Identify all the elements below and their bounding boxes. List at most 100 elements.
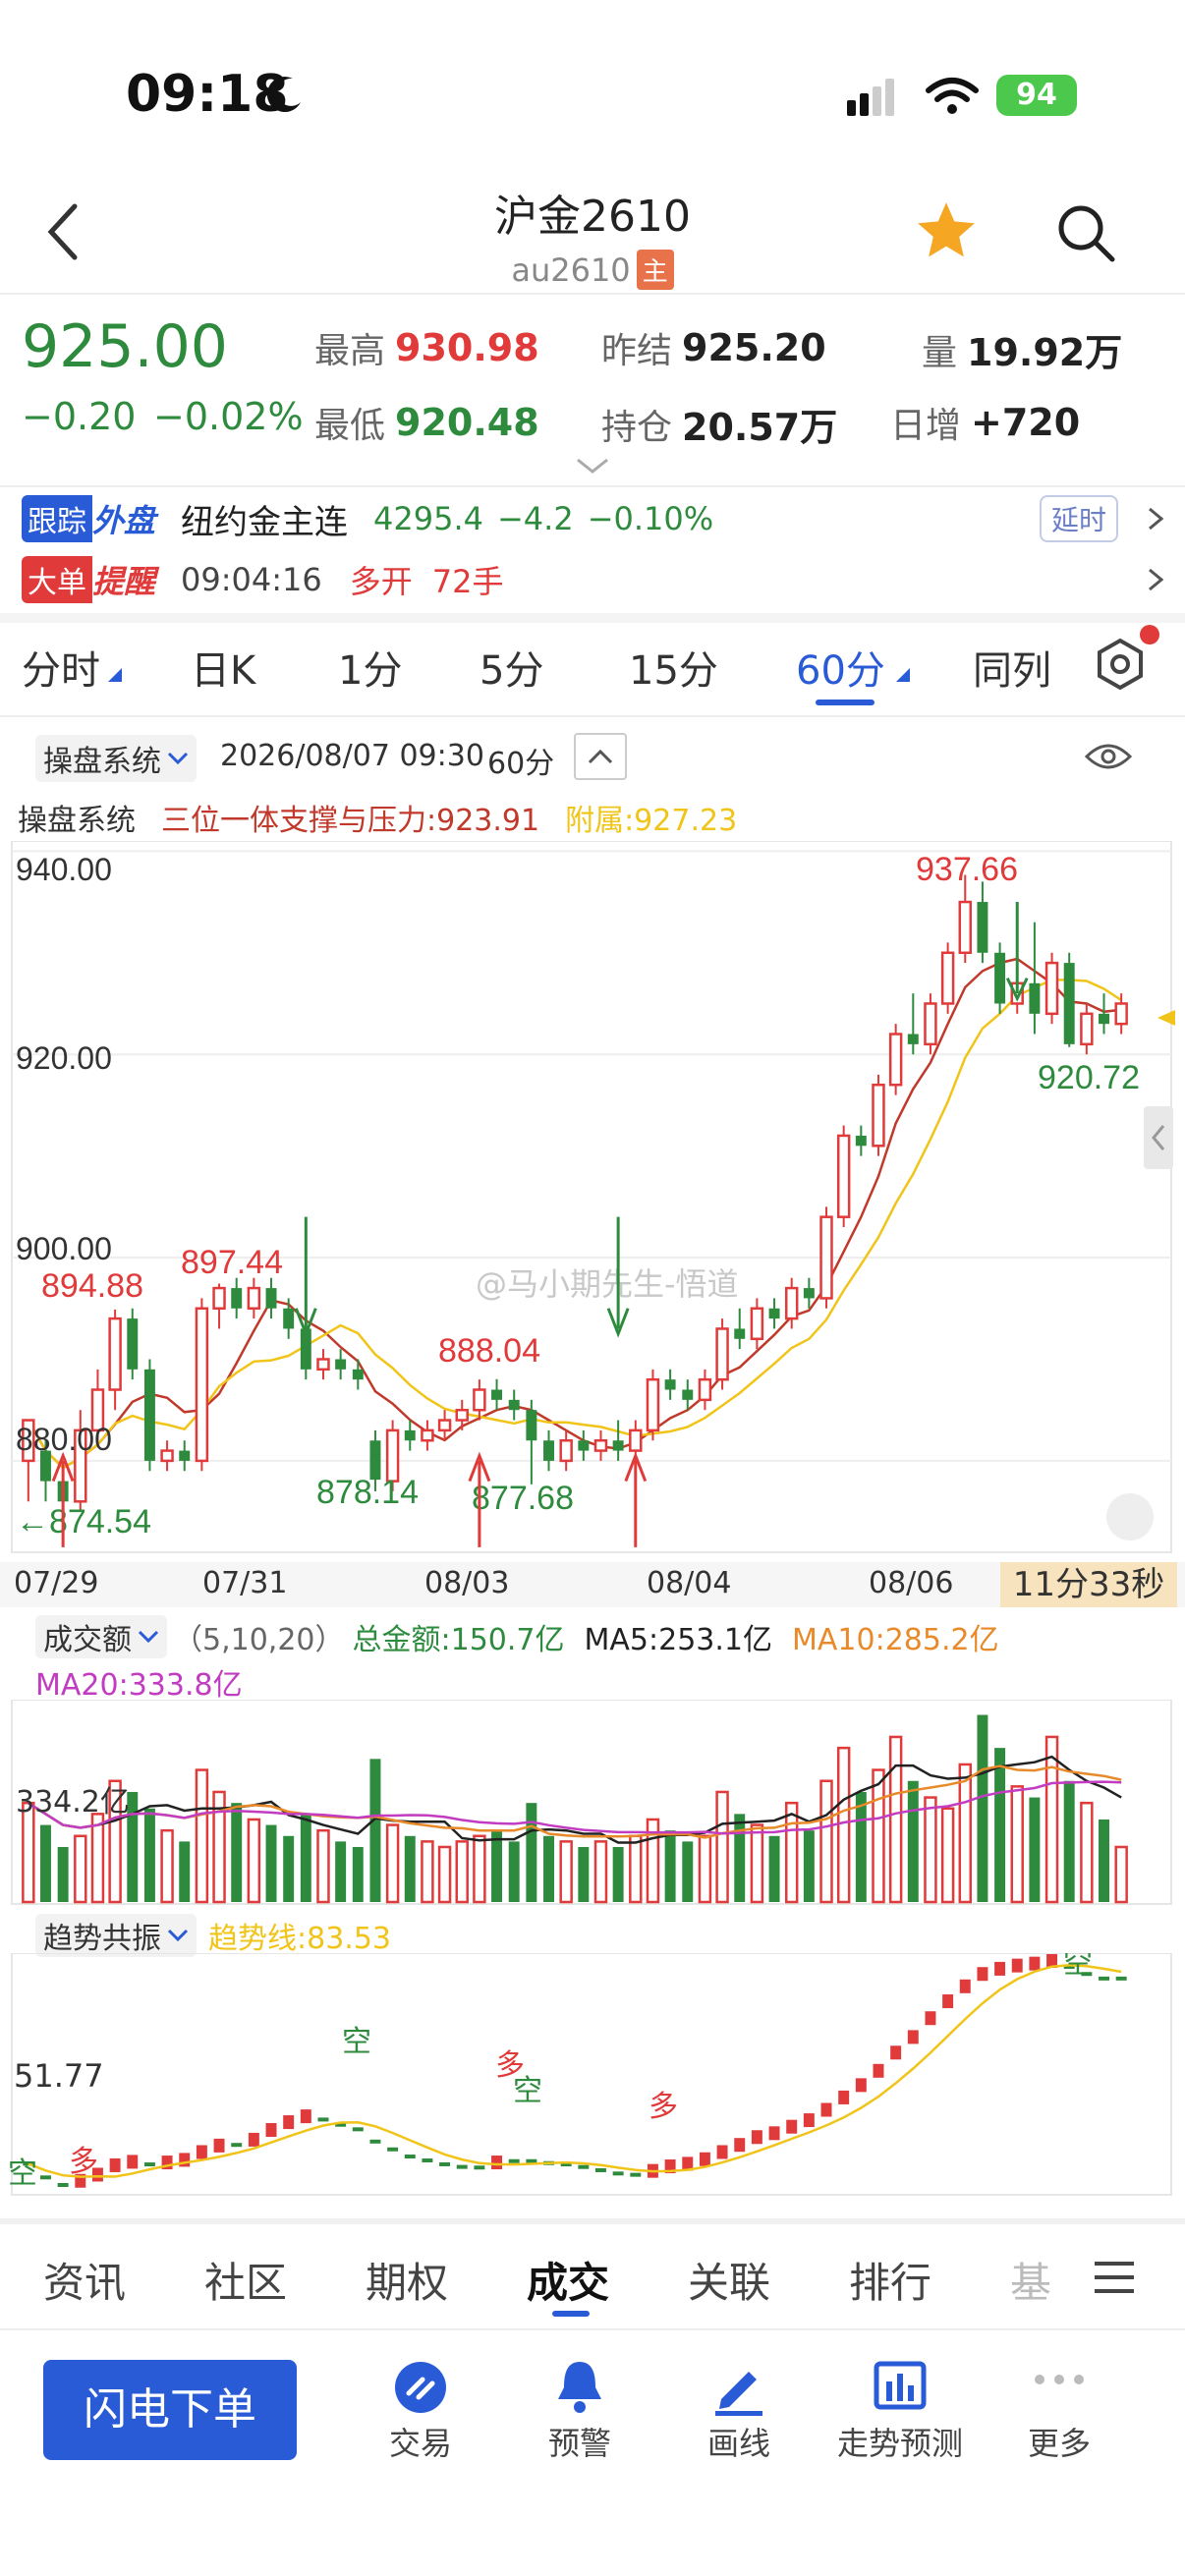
main-contract-tag: 主 xyxy=(636,250,674,290)
volume-bar xyxy=(1099,1819,1109,1902)
eye-icon[interactable] xyxy=(1085,741,1132,772)
candle xyxy=(855,1125,867,1156)
tab-related[interactable]: 关联 xyxy=(688,2250,770,2310)
flash-order-button[interactable]: 闪电下单 xyxy=(43,2360,297,2460)
volume-chart[interactable]: 334.2亿 xyxy=(0,1700,1185,1906)
trend-block xyxy=(977,1967,988,1982)
volume-bar xyxy=(526,1803,537,1902)
candle xyxy=(1114,993,1128,1035)
trend-mark: 空 xyxy=(513,2074,542,2108)
volume-bar xyxy=(768,1835,780,1902)
volume-bar xyxy=(958,1763,972,1904)
volume-bar xyxy=(179,1841,191,1902)
volume-bar xyxy=(1029,1797,1041,1902)
volume-total: 总金额:150.7亿 xyxy=(352,1623,565,1657)
volume-bar xyxy=(491,1830,503,1902)
label-877-68: 877.68 xyxy=(472,1480,574,1517)
volume-ma20: MA20:333.8亿 xyxy=(35,1668,243,1703)
tab-daily-k[interactable]: 日K xyxy=(191,639,255,696)
tab-news[interactable]: 资讯 xyxy=(43,2250,126,2310)
tab-15min[interactable]: 15分 xyxy=(629,639,718,696)
volume-bar xyxy=(143,1808,155,1902)
sell-arrow-icon xyxy=(294,1216,317,1338)
candle xyxy=(750,1298,764,1350)
side-handle[interactable] xyxy=(1144,1106,1173,1169)
trend-chart[interactable]: 51.77 空 多 空 多 空 多 空 xyxy=(0,1953,1185,2199)
volume-bar xyxy=(924,1796,937,1904)
trend-block xyxy=(196,2145,207,2159)
y-tick-900: 900.00 xyxy=(16,1231,112,1266)
daily-increase: 日增 +720 xyxy=(890,401,1081,446)
trend-block xyxy=(127,2155,139,2169)
candle xyxy=(473,1379,486,1421)
volume-bar xyxy=(940,1807,955,1904)
tab-trades[interactable]: 成交 xyxy=(527,2250,609,2310)
trend-block xyxy=(994,1961,1006,1976)
candlestick-chart[interactable]: @马小期先生-悟道 940.00 920.00 900.00 880.00 93… xyxy=(0,841,1185,1558)
trend-mark: 多 xyxy=(69,2145,98,2179)
contract-code-text: au2610 xyxy=(511,251,631,289)
favorite-star-icon[interactable] xyxy=(914,198,979,263)
volume-selector[interactable]: 成交额 xyxy=(35,1615,167,1658)
foreign-track-row[interactable]: 跟踪 外盘 纽约金主连 4295.4 −4.2 −0.10% 延时 xyxy=(22,493,1165,544)
volume-bar xyxy=(593,1840,608,1904)
volume-bar xyxy=(888,1735,903,1904)
trend-mark: 空 xyxy=(8,2156,37,2191)
page-title: 沪金2610 xyxy=(494,192,691,242)
trend-axis-label: 51.77 xyxy=(14,2057,104,2095)
tab-60min[interactable]: 60分 xyxy=(796,639,885,696)
chevron-down-icon xyxy=(138,1630,159,1644)
chart-period: 60分 xyxy=(487,747,555,781)
volume-bar xyxy=(57,1846,69,1902)
label-897-44: 897.44 xyxy=(181,1244,283,1281)
tab-ranking[interactable]: 排行 xyxy=(849,2250,931,2310)
track-tag: 跟踪 xyxy=(22,495,92,542)
volume-bar xyxy=(316,1828,330,1904)
indicator-attach: 附属:927.23 xyxy=(565,804,738,838)
trend-block xyxy=(265,2122,277,2137)
candle xyxy=(1063,952,1075,1047)
price-marker-icon xyxy=(1157,1010,1175,1026)
search-icon[interactable] xyxy=(1053,200,1118,265)
candle xyxy=(1044,952,1059,1025)
candle xyxy=(715,1318,729,1390)
trend-block xyxy=(179,2153,191,2167)
collapse-button[interactable] xyxy=(574,733,627,780)
trend-block xyxy=(716,2145,728,2159)
alert-action: 多开 xyxy=(349,563,413,600)
x-tick: 08/04 xyxy=(647,1566,732,1600)
tab-options[interactable]: 期权 xyxy=(366,2250,448,2310)
expand-chevron-icon[interactable] xyxy=(576,458,609,476)
tab-more-partial[interactable]: 基 xyxy=(1010,2250,1051,2310)
volume-params: （5,10,20） xyxy=(173,1623,345,1657)
fullscreen-icon[interactable] xyxy=(1106,1493,1154,1540)
tab-5min[interactable]: 5分 xyxy=(480,639,543,696)
price-change: −0.20 xyxy=(22,395,137,438)
volume-bar xyxy=(819,1779,833,1904)
volume-axis-label: 334.2亿 xyxy=(16,1785,130,1820)
tab-1min[interactable]: 1分 xyxy=(338,639,402,696)
settings-icon[interactable] xyxy=(1091,635,1150,694)
candle xyxy=(768,1298,780,1329)
trend-block xyxy=(283,2115,295,2130)
high-price: 最高 930.98 xyxy=(314,326,539,371)
trend-mark: 空 xyxy=(1063,1953,1093,1981)
trend-selector[interactable]: 趋势共振 xyxy=(35,1914,197,1957)
notification-dot xyxy=(1140,625,1159,644)
tab-community[interactable]: 社区 xyxy=(204,2250,287,2310)
tab-compare[interactable]: 同列 xyxy=(973,639,1051,696)
open-interest: 持仓 20.57万 xyxy=(601,406,838,449)
menu-icon[interactable] xyxy=(1093,2260,1136,2295)
candle xyxy=(231,1277,243,1319)
big-order-alert-row[interactable]: 大单 提醒 09:04:16 多开 72手 xyxy=(22,554,1165,605)
x-tick: 08/06 xyxy=(869,1566,954,1600)
volume-bar xyxy=(715,1790,729,1904)
tab-timeshare[interactable]: 分时 xyxy=(22,639,100,696)
tab-underline xyxy=(552,2311,590,2317)
candle xyxy=(646,1369,660,1441)
trend-block xyxy=(248,2132,259,2147)
system-selector[interactable]: 操盘系统 xyxy=(35,735,197,782)
y-tick-920: 920.00 xyxy=(16,1040,112,1076)
attach-line xyxy=(27,979,1122,1470)
volume-selector-label: 成交额 xyxy=(43,1623,132,1657)
